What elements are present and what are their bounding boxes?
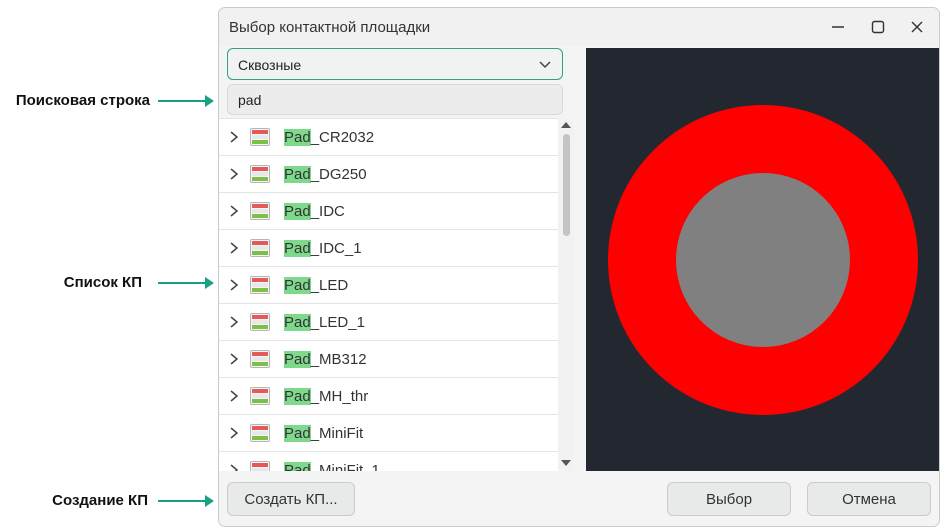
minimize-button[interactable]	[825, 14, 851, 40]
pad-list: Pad_CR2032 Pad_DG250 Pad_IDC Pad_IDC_1 Pad_L…	[219, 118, 558, 471]
pad-preview	[586, 48, 939, 471]
search-input[interactable]	[227, 84, 563, 115]
list-item[interactable]: Pad_DG250	[219, 156, 558, 193]
pad-component-icon	[250, 350, 270, 368]
pad-name-match: Pad	[284, 277, 311, 294]
list-item[interactable]: Pad_IDC	[219, 193, 558, 230]
create-pad-button[interactable]: Создать КП...	[227, 482, 355, 516]
pad-type-value: Сквозные	[238, 57, 302, 73]
pad-component-icon	[250, 202, 270, 220]
pad-name-rest: _LED	[310, 277, 349, 294]
pad-name: Pad_LED	[284, 277, 348, 294]
scroll-up-arrow-icon[interactable]	[561, 122, 571, 128]
pad-name-match: Pad	[284, 388, 311, 405]
chevron-right-icon[interactable]	[228, 390, 240, 402]
pad-component-icon	[250, 239, 270, 257]
chevron-right-icon[interactable]	[228, 279, 240, 291]
callout-create-arrow	[158, 495, 214, 507]
callout-search: Поисковая строка	[4, 90, 150, 110]
chevron-right-icon[interactable]	[228, 242, 240, 254]
select-button[interactable]: Выбор	[667, 482, 791, 516]
pad-name-match: Pad	[284, 462, 311, 471]
pad-name-rest: _IDC_1	[310, 240, 362, 257]
chevron-right-icon[interactable]	[228, 353, 240, 365]
pad-name: Pad_IDC_1	[284, 240, 362, 257]
close-icon	[911, 21, 923, 33]
pad-drill-hole	[676, 173, 850, 347]
list-item[interactable]: Pad_LED	[219, 267, 558, 304]
pad-name: Pad_DG250	[284, 166, 367, 183]
pad-name-match: Pad	[284, 351, 311, 368]
chevron-right-icon[interactable]	[228, 464, 240, 471]
pad-type-select[interactable]: Сквозные	[227, 48, 563, 80]
list-item[interactable]: Pad_MiniFit_1	[219, 452, 558, 471]
pad-component-icon	[250, 165, 270, 183]
callout-search-label: Поисковая строка	[15, 91, 150, 109]
pad-name-rest: _MiniFit_1	[310, 462, 380, 471]
pad-name: Pad_MiniFit_1	[284, 462, 380, 471]
pad-list-scrollbar[interactable]	[558, 118, 574, 470]
callout-list-arrow	[158, 277, 214, 289]
pad-name-rest: _DG250	[310, 166, 367, 183]
pad-name-match: Pad	[284, 314, 311, 331]
pad-name-rest: _MB312	[310, 351, 367, 368]
pad-name-match: Pad	[284, 425, 311, 442]
callout-create-label: Создание КП	[52, 491, 148, 509]
scroll-thumb[interactable]	[563, 134, 570, 236]
chevron-right-icon[interactable]	[228, 205, 240, 217]
pad-preview-graphic	[608, 105, 918, 415]
list-item[interactable]: Pad_MiniFit	[219, 415, 558, 452]
pad-name-match: Pad	[284, 203, 311, 220]
pad-name-rest: _LED_1	[310, 314, 365, 331]
list-item[interactable]: Pad_CR2032	[219, 119, 558, 156]
chevron-down-icon	[539, 61, 551, 69]
pad-name-rest: _MiniFit	[310, 425, 364, 442]
dialog-title: Выбор контактной площадки	[229, 19, 431, 36]
chevron-right-icon[interactable]	[228, 131, 240, 143]
minimize-icon	[832, 26, 844, 28]
pad-selection-dialog: Выбор контактной площадки Сквозные Pad_C…	[218, 7, 940, 527]
pad-component-icon	[250, 276, 270, 294]
list-item[interactable]: Pad_IDC_1	[219, 230, 558, 267]
chevron-right-icon[interactable]	[228, 168, 240, 180]
chevron-right-icon[interactable]	[228, 316, 240, 328]
maximize-icon	[871, 20, 885, 34]
scroll-down-arrow-icon[interactable]	[561, 460, 571, 466]
list-item[interactable]: Pad_LED_1	[219, 304, 558, 341]
list-item[interactable]: Pad_MB312	[219, 341, 558, 378]
maximize-button[interactable]	[865, 14, 891, 40]
pad-name-match: Pad	[284, 166, 311, 183]
callout-create: Создание КП	[4, 490, 148, 510]
pad-component-icon	[250, 461, 270, 471]
pad-name: Pad_MiniFit	[284, 425, 363, 442]
pad-name: Pad_MB312	[284, 351, 367, 368]
pad-name-rest: _MH_thr	[310, 388, 369, 405]
pad-name-rest: _IDC	[310, 203, 345, 220]
title-bar: Выбор контактной площадки	[219, 8, 939, 46]
pad-name-match: Pad	[284, 129, 311, 146]
pad-name-match: Pad	[284, 240, 311, 257]
chevron-right-icon[interactable]	[228, 427, 240, 439]
pad-name-rest: _CR2032	[310, 129, 375, 146]
pad-component-icon	[250, 387, 270, 405]
pad-component-icon	[250, 128, 270, 146]
list-item[interactable]: Pad_MH_thr	[219, 378, 558, 415]
pad-name: Pad_CR2032	[284, 129, 374, 146]
pad-component-icon	[250, 424, 270, 442]
pad-component-icon	[250, 313, 270, 331]
callout-search-arrow	[158, 95, 214, 107]
pad-name: Pad_IDC	[284, 203, 345, 220]
close-button[interactable]	[904, 14, 930, 40]
callout-list-label: Список КП	[63, 273, 142, 291]
cancel-button[interactable]: Отмена	[807, 482, 931, 516]
pad-name: Pad_LED_1	[284, 314, 365, 331]
pad-name: Pad_MH_thr	[284, 388, 368, 405]
callout-list: Список КП	[4, 272, 142, 292]
